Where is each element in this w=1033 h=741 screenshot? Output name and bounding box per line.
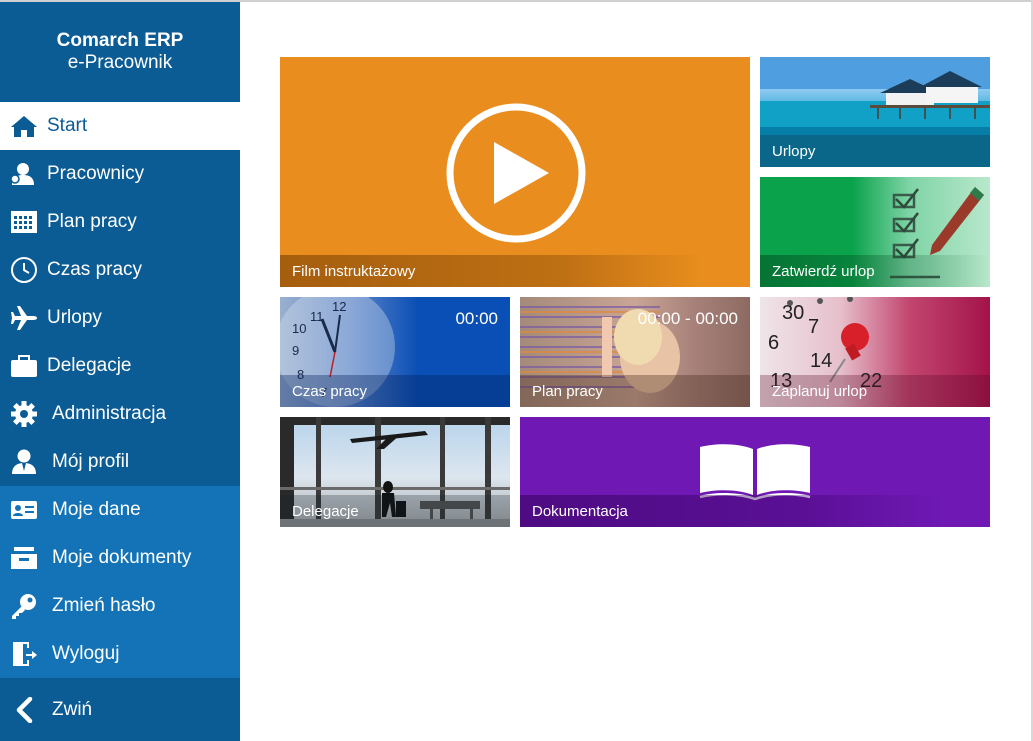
tile-dokumentacja[interactable]: Dokumentacja	[520, 417, 990, 527]
tile-plan-pracy[interactable]: 00:00 - 00:00 Plan pracy	[520, 297, 750, 407]
nav-item-moj-profil[interactable]: Mój profil	[0, 438, 240, 486]
nav-label: Mój profil	[52, 451, 130, 472]
inbox-icon	[0, 546, 47, 570]
svg-text:14: 14	[810, 350, 832, 372]
tile-time: 00:00 - 00:00	[637, 309, 738, 328]
nav-item-delegacje[interactable]: Delegacje	[0, 342, 240, 390]
tile-caption: Zatwierdź urlop	[760, 255, 990, 287]
svg-text:7: 7	[808, 316, 819, 338]
tile-zaplanuj-urlop[interactable]: 6 7 30 14 13 22 Zaplanuj urlop	[760, 297, 990, 407]
gear-icon	[0, 400, 47, 428]
tile-czas-pracy[interactable]: 11 12 9 8 7 10 00:00 Czas pracy	[280, 297, 510, 407]
key-icon	[0, 592, 47, 620]
nav-item-wyloguj[interactable]: Wyloguj	[0, 630, 240, 678]
chevron-left-icon	[0, 697, 47, 723]
nav-item-pracownicy[interactable]: Pracownicy	[0, 150, 240, 198]
svg-text:30: 30	[782, 302, 804, 324]
brand-title: Comarch ERP	[56, 30, 184, 51]
tile-caption: Delegacje	[280, 495, 510, 527]
briefcase-icon	[0, 354, 47, 378]
nav-item-administracja[interactable]: Administracja	[0, 390, 240, 438]
nav-item-zmien-haslo[interactable]: Zmień hasło	[0, 582, 240, 630]
tile-urlopy[interactable]: Urlopy	[760, 57, 990, 167]
home-icon	[0, 114, 47, 138]
tile-caption: Plan pracy	[520, 375, 750, 407]
tile-caption: Urlopy	[760, 135, 990, 167]
play-icon	[446, 103, 586, 243]
brand-subtitle: e-Pracownik	[67, 52, 173, 73]
nav-item-start[interactable]: Start	[0, 102, 240, 150]
nav-label: Administracja	[52, 403, 167, 424]
brand: Comarch ERP e-Pracownik	[0, 2, 240, 102]
nav-label: Moje dokumenty	[52, 547, 192, 568]
nav-item-plan-pracy[interactable]: Plan pracy	[0, 198, 240, 246]
collapse-sidebar-button[interactable]: Zwiń	[0, 679, 240, 741]
plane-icon	[0, 305, 47, 331]
svg-text:6: 6	[768, 332, 779, 354]
tile-caption: Zaplanuj urlop	[760, 375, 990, 407]
tile-film-instruktazowy[interactable]: Film instruktażowy	[280, 57, 750, 287]
nav-label: Pracownicy	[47, 163, 145, 184]
nav-item-urlopy[interactable]: Urlopy	[0, 294, 240, 342]
nav-label: Moje dane	[52, 499, 141, 520]
nav-item-moje-dokumenty[interactable]: Moje dokumenty	[0, 534, 240, 582]
collapse-label: Zwiń	[52, 699, 93, 720]
users-icon	[0, 162, 47, 186]
sidebar: Comarch ERP e-Pracownik Start Pracownicy…	[0, 2, 240, 741]
nav-label: Zmień hasło	[52, 595, 156, 616]
clock-icon	[0, 256, 47, 284]
calendar-grid-icon	[0, 210, 47, 234]
nav-label: Urlopy	[47, 307, 102, 328]
open-book-icon	[699, 444, 811, 501]
tile-zatwierdz-urlop[interactable]: Zatwierdź urlop	[760, 177, 990, 287]
nav-label: Plan pracy	[47, 211, 137, 232]
tile-delegacje[interactable]: Delegacje	[280, 417, 510, 527]
nav-label: Delegacje	[47, 355, 132, 376]
nav-label: Czas pracy	[47, 259, 143, 280]
svg-text:12: 12	[332, 299, 346, 314]
tile-caption: Film instruktażowy	[280, 255, 750, 287]
nav-label: Start	[47, 115, 88, 136]
nav-item-moje-dane[interactable]: Moje dane	[0, 486, 240, 534]
user-icon	[0, 449, 47, 475]
tile-caption: Czas pracy	[280, 375, 510, 407]
nav-menu: Start Pracownicy Plan pracy Czas pracy U…	[0, 102, 240, 678]
nav-label: Wyloguj	[52, 643, 120, 664]
tile-time: 00:00	[455, 309, 498, 328]
logout-icon	[0, 640, 47, 668]
svg-text:10: 10	[292, 321, 306, 336]
nav-item-czas-pracy[interactable]: Czas pracy	[0, 246, 240, 294]
svg-text:9: 9	[292, 343, 299, 358]
tile-caption: Dokumentacja	[520, 495, 990, 527]
id-card-icon	[0, 500, 47, 520]
